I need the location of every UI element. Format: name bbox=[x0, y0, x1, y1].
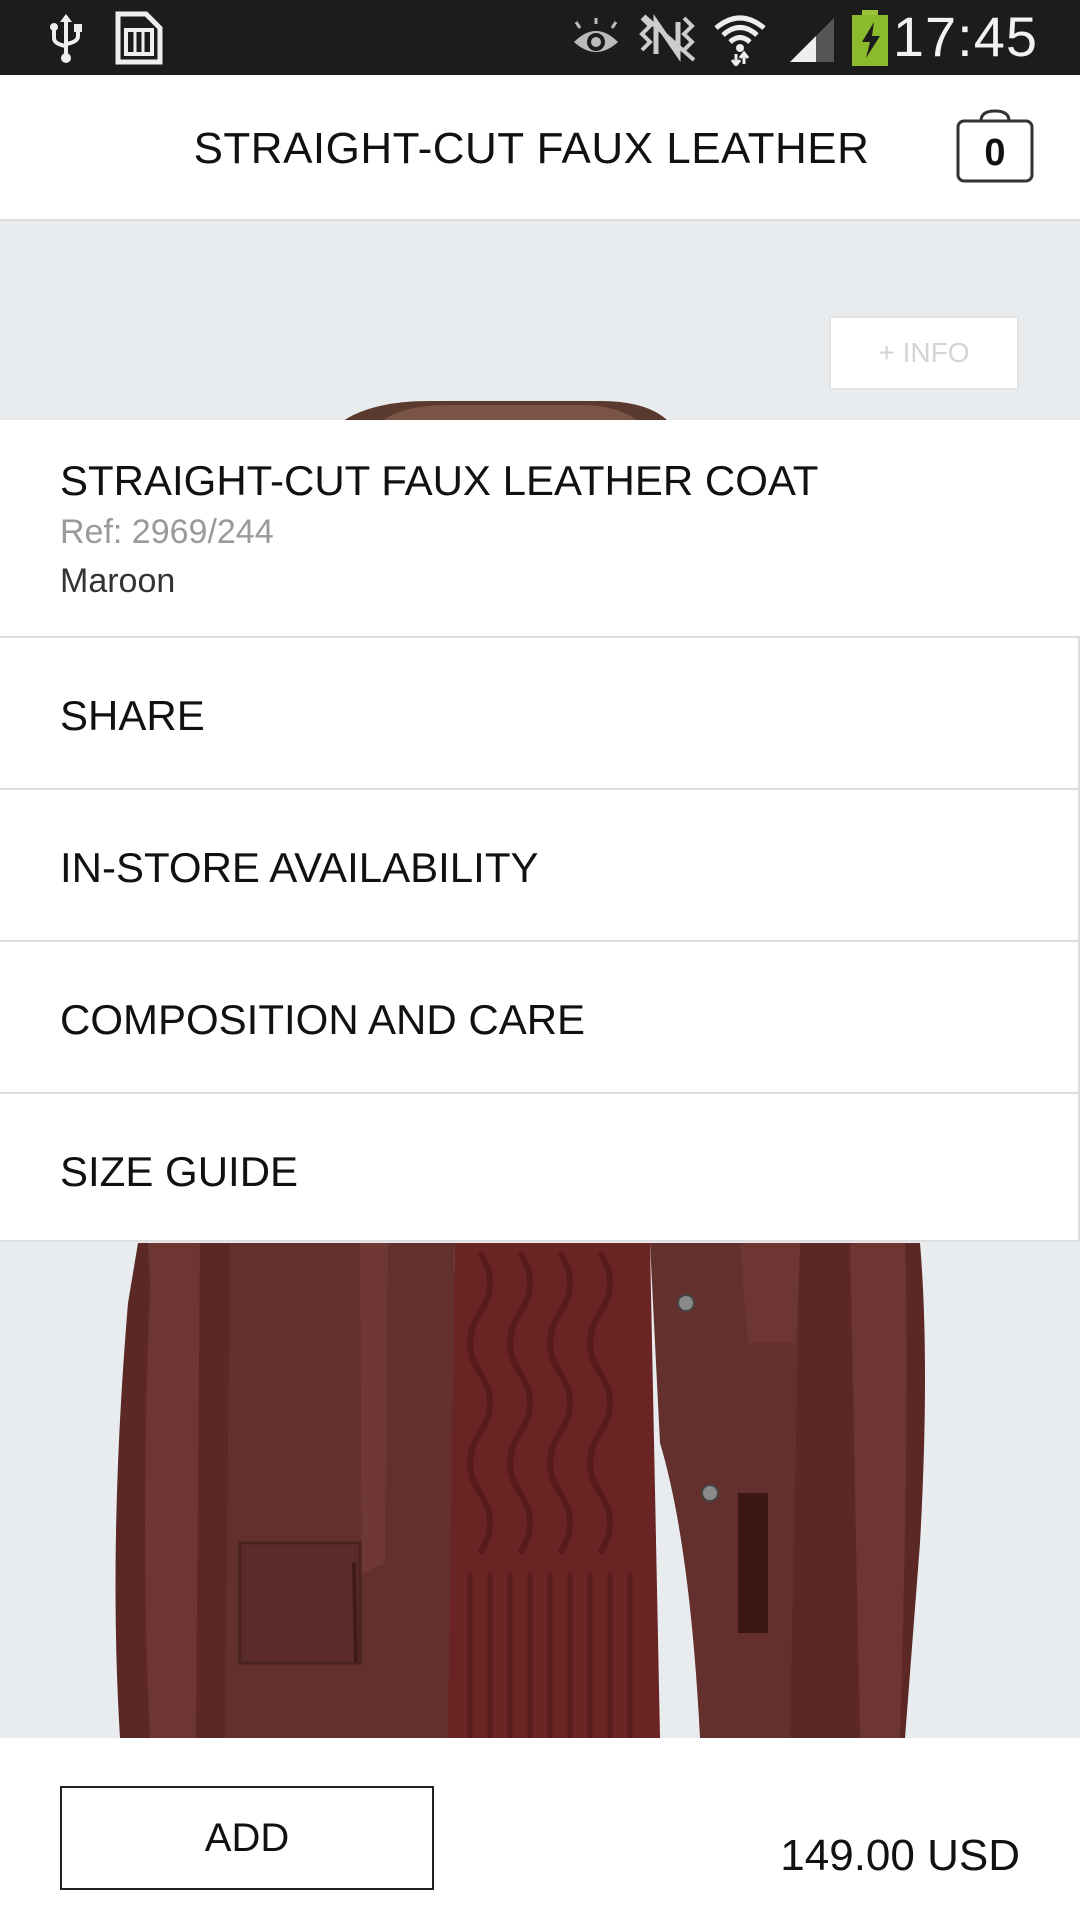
app-header: STRAIGHT-CUT FAUX LEATHER 0 bbox=[0, 75, 1080, 221]
wifi-icon bbox=[714, 15, 766, 66]
usb-icon bbox=[50, 14, 82, 63]
info-button[interactable]: + INFO bbox=[829, 316, 1019, 390]
cart-button[interactable]: 0 bbox=[955, 107, 1035, 185]
battery-charging-icon bbox=[852, 10, 888, 66]
signal-icon bbox=[790, 18, 834, 62]
menu-item-share[interactable]: SHARE bbox=[0, 638, 1080, 790]
product-color: Maroon bbox=[60, 562, 176, 600]
product-details: STRAIGHT-CUT FAUX LEATHER COAT Ref: 2969… bbox=[0, 420, 1080, 638]
menu-item-label: IN-STORE AVAILABILITY bbox=[60, 844, 539, 891]
purchase-bar: ADD 149.00 USD bbox=[0, 1738, 1080, 1920]
page-title: STRAIGHT-CUT FAUX LEATHER bbox=[193, 124, 870, 173]
product-price: 149.00 USD bbox=[780, 1831, 1020, 1880]
sim-card-icon bbox=[115, 11, 163, 65]
eye-icon bbox=[574, 18, 618, 52]
menu-item-label: SIZE GUIDE bbox=[60, 1148, 299, 1195]
menu-item-label: SHARE bbox=[60, 692, 205, 739]
product-name: STRAIGHT-CUT FAUX LEATHER COAT bbox=[60, 457, 819, 504]
no-network-icon bbox=[639, 13, 696, 63]
add-to-cart-button[interactable]: ADD bbox=[60, 1786, 434, 1890]
status-bar: 17:45 bbox=[0, 0, 1080, 75]
cart-count: 0 bbox=[984, 132, 1006, 174]
clock: 17:45 bbox=[892, 5, 1038, 68]
menu-item-label: COMPOSITION AND CARE bbox=[60, 996, 586, 1043]
menu-item-in-store-availability[interactable]: IN-STORE AVAILABILITY bbox=[0, 790, 1080, 942]
menu-item-composition-and-care[interactable]: COMPOSITION AND CARE bbox=[0, 942, 1080, 1094]
menu-item-size-guide[interactable]: SIZE GUIDE bbox=[0, 1094, 1080, 1242]
coat-illustration bbox=[0, 1243, 1080, 1738]
product-ref: Ref: 2969/244 bbox=[60, 513, 274, 551]
product-info-panel: STRAIGHT-CUT FAUX LEATHER COAT Ref: 2969… bbox=[0, 420, 1080, 1242]
